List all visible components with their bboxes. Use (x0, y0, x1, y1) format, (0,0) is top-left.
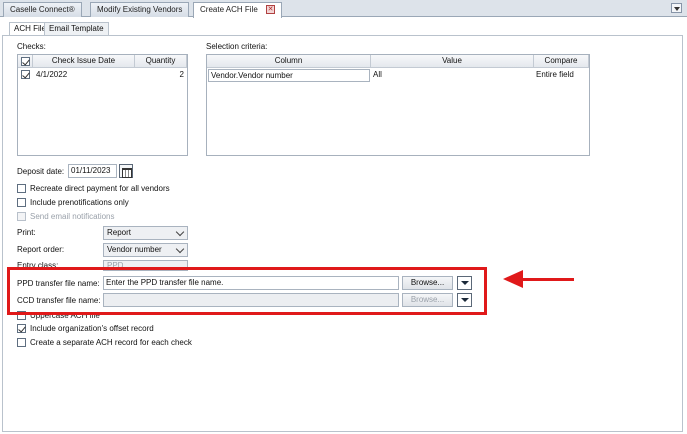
report-order-value: Vendor number (107, 245, 162, 254)
select-all-checkbox[interactable] (21, 57, 30, 66)
chevron-down-icon (175, 227, 185, 237)
tab-create-ach-file[interactable]: Create ACH File ✕ (193, 2, 283, 18)
print-label: Print: (17, 228, 36, 237)
print-select[interactable]: Report (103, 226, 188, 240)
tab-label: Create ACH File (200, 5, 258, 14)
column-header-column[interactable]: Column (207, 55, 371, 68)
tab-email-template[interactable]: Email Template (44, 22, 109, 35)
print-value: Report (107, 228, 132, 237)
check-issue-date-cell: 4/1/2022 (36, 70, 68, 79)
deposit-date-label: Deposit date: (17, 167, 65, 176)
column-header-value[interactable]: Value (371, 55, 534, 68)
compare-cell[interactable]: Entire field (536, 69, 574, 81)
recreate-direct-payment-checkbox[interactable] (17, 184, 26, 193)
include-offset-record-label: Include organization's offset record (30, 324, 154, 333)
report-order-select[interactable]: Vendor number (103, 243, 188, 257)
checks-grid: Check Issue Date Quantity 4/1/2022 2 (17, 54, 188, 156)
separate-ach-record-label: Create a separate ACH record for each ch… (30, 338, 192, 347)
close-icon[interactable]: ✕ (266, 5, 276, 15)
include-prenotifications-label: Include prenotifications only (30, 198, 129, 207)
tab-label: ACH File (14, 24, 47, 33)
tab-label: Email Template (49, 24, 104, 33)
column-header-quantity[interactable]: Quantity (135, 55, 187, 68)
recreate-direct-payment-label: Recreate direct payment for all vendors (30, 184, 170, 193)
include-offset-record-checkbox[interactable] (17, 324, 26, 333)
report-order-label: Report order: (17, 245, 65, 254)
row-checkbox[interactable] (21, 70, 30, 79)
selection-criteria-grid: Column Value Compare Vendor.Vendor numbe… (206, 54, 590, 156)
arrow-left-icon (503, 270, 523, 288)
calendar-icon[interactable] (119, 164, 133, 178)
tab-modify-existing-vendors[interactable]: Modify Existing Vendors (90, 2, 190, 17)
arrow-shaft (522, 278, 574, 281)
checks-label: Checks: (17, 42, 46, 51)
send-email-notifications-checkbox (17, 212, 26, 221)
include-prenotifications-checkbox[interactable] (17, 198, 26, 207)
send-email-notifications-label: Send email notifications (30, 212, 115, 221)
value-cell[interactable]: All (373, 69, 382, 81)
select-all-header[interactable] (18, 55, 33, 68)
separate-ach-record-checkbox[interactable] (17, 338, 26, 347)
quantity-cell: 2 (179, 70, 184, 79)
deposit-date-field[interactable]: 01/11/2023 (68, 164, 117, 178)
chevron-down-icon (175, 244, 185, 254)
selection-criteria-label: Selection criteria: (206, 42, 268, 51)
column-header-check-issue-date[interactable]: Check Issue Date (33, 55, 135, 68)
column-cell[interactable]: Vendor.Vendor number (208, 69, 370, 82)
highlight-box (7, 267, 487, 315)
column-header-compare[interactable]: Compare (534, 55, 589, 68)
tab-label: Modify Existing Vendors (97, 5, 183, 14)
tab-label: Caselle Connect® (10, 5, 75, 14)
tab-caselle-connect[interactable]: Caselle Connect® (3, 2, 82, 17)
tab-list-dropdown-icon[interactable] (671, 3, 682, 13)
